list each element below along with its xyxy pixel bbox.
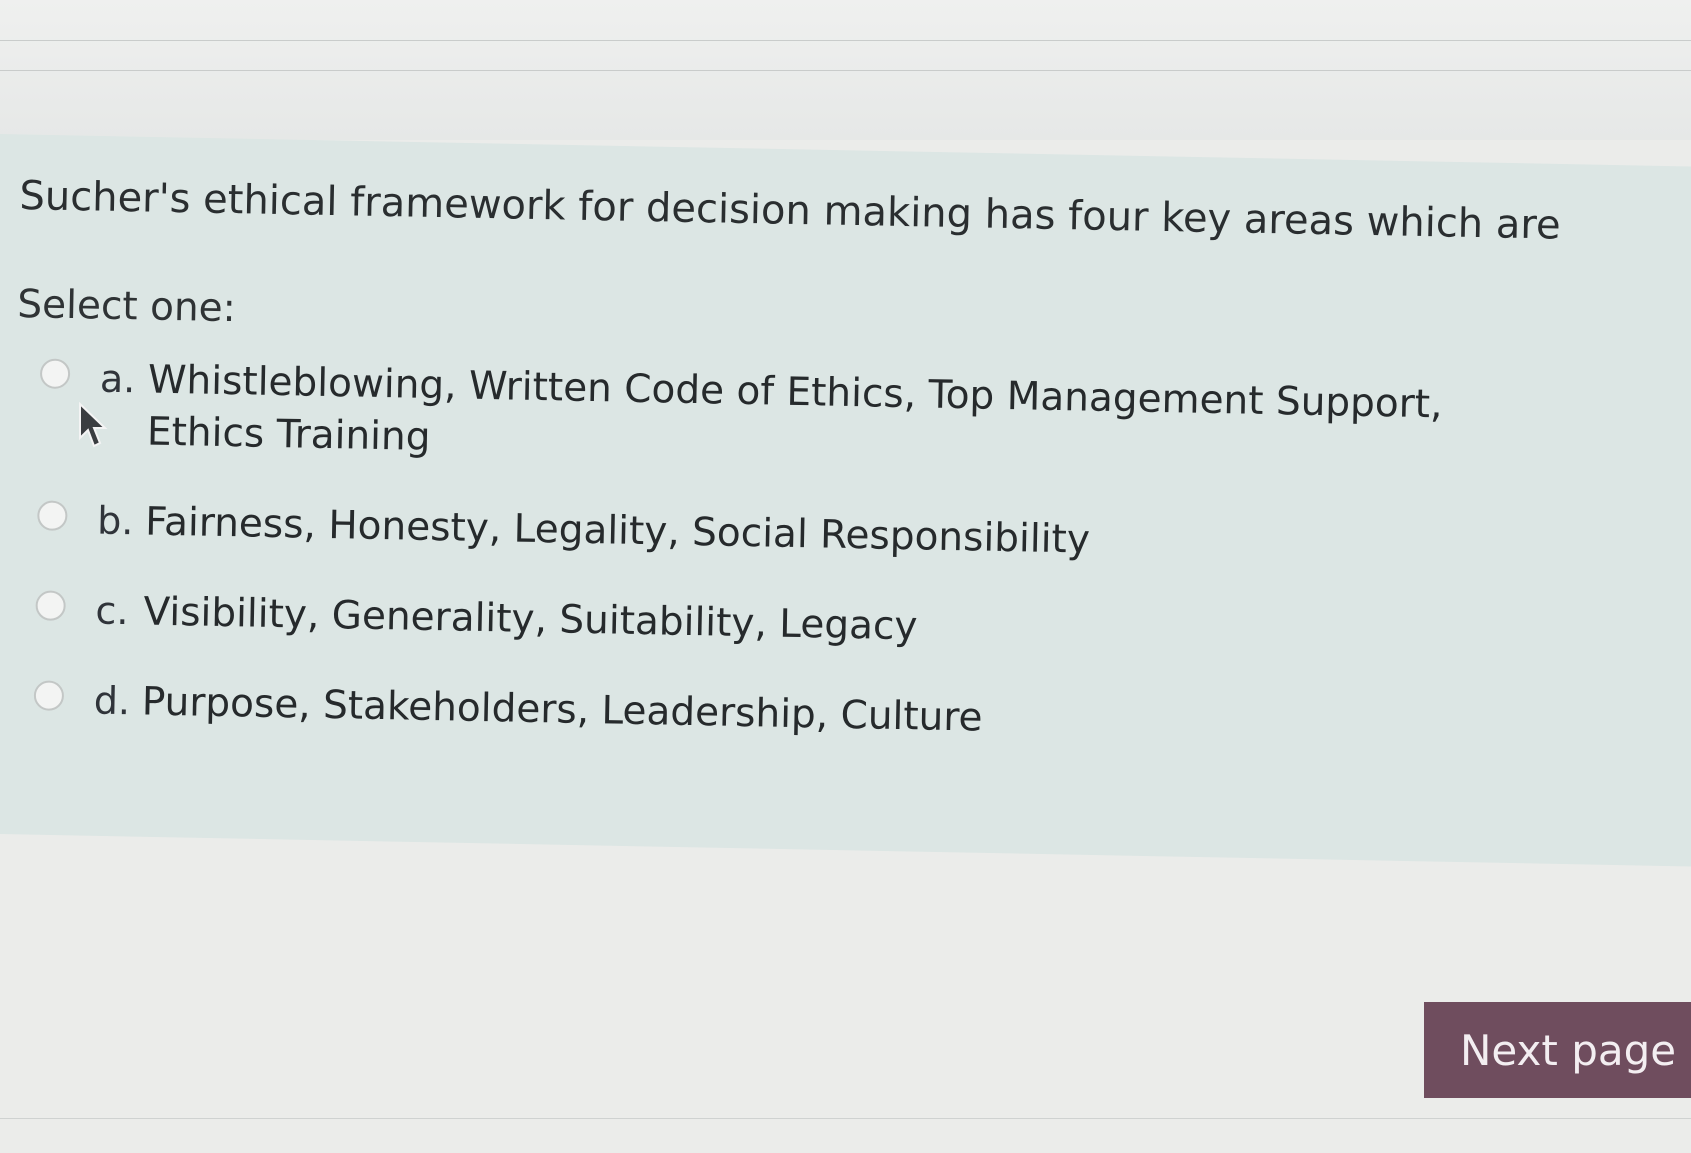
option-letter: c. [95, 588, 129, 634]
answer-option-c[interactable]: c. Visibility, Generality, Suitability, … [11, 584, 1662, 668]
option-letter: b. [96, 498, 134, 544]
radio-button[interactable] [33, 680, 65, 711]
option-letter: d. [93, 678, 131, 724]
top-divider [0, 70, 1691, 71]
answer-option-a[interactable]: a. Whistleblowing, Written Code of Ethic… [15, 352, 1667, 488]
bottom-divider [0, 1118, 1691, 1119]
top-divider [0, 40, 1691, 41]
mouse-cursor-icon [79, 402, 108, 448]
option-text: Visibility, Generality, Suitability, Leg… [143, 589, 918, 650]
option-text: Whistleblowing, Written Code of Ethics, … [146, 357, 1443, 460]
radio-button[interactable] [37, 500, 68, 531]
select-prompt: Select one: [16, 281, 237, 332]
answer-option-d[interactable]: d. Purpose, Stakeholders, Leadership, Cu… [9, 674, 1660, 758]
option-letter: a. [99, 356, 136, 402]
answer-option-b[interactable]: b. Fairness, Honesty, Legality, Social R… [13, 494, 1664, 578]
radio-button[interactable] [35, 590, 66, 621]
next-page-button[interactable]: Next page [1424, 1002, 1691, 1098]
option-text: Fairness, Honesty, Legality, Social Resp… [144, 499, 1091, 563]
option-text: Purpose, Stakeholders, Leadership, Cultu… [141, 679, 983, 741]
radio-button[interactable] [39, 358, 71, 389]
question-content: Sucher's ethical framework for decision … [9, 170, 1670, 796]
answer-list: a. Whistleblowing, Written Code of Ethic… [9, 352, 1666, 758]
